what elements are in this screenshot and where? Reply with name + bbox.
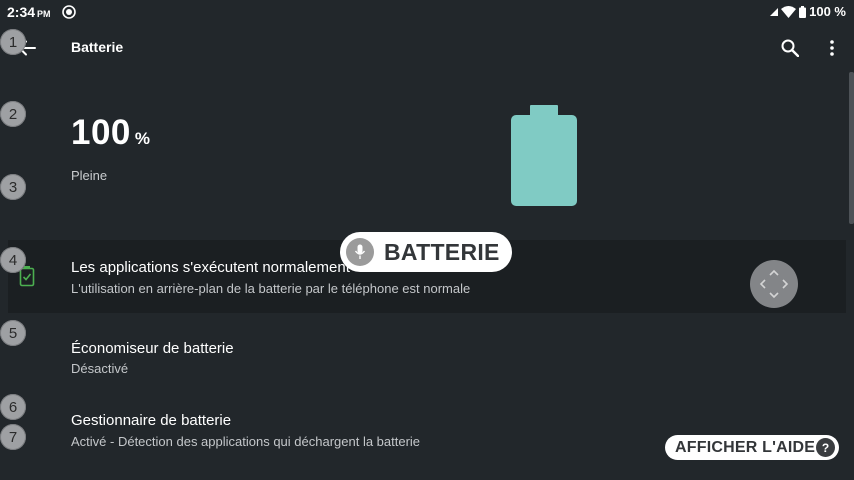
overlay-marker-3[interactable]: 3 (0, 174, 26, 200)
more-vert-icon (830, 40, 834, 56)
scrollbar[interactable] (849, 72, 854, 224)
overlay-marker-2[interactable]: 2 (0, 101, 26, 127)
help-question-icon: ? (816, 438, 835, 457)
overlay-marker-6[interactable]: 6 (0, 394, 26, 420)
app-notification-icon (62, 5, 76, 19)
battery-tip-subtitle: L'utilisation en arrière-plan de la batt… (71, 281, 471, 296)
battery-saver-title[interactable]: Économiseur de batterie (71, 340, 234, 357)
battery-icon (799, 5, 807, 18)
battery-percentage: 100% (71, 113, 151, 153)
navigation-joystick[interactable] (750, 260, 798, 308)
overlay-marker-5[interactable]: 5 (0, 320, 26, 346)
status-time-value: 2:34 (7, 4, 36, 20)
microphone-icon (346, 238, 374, 266)
signal-icon (770, 7, 779, 16)
battery-percent-value: 100 (71, 113, 131, 152)
battery-percent-sign: % (134, 129, 151, 148)
voice-command-label: BATTERIE (384, 238, 500, 265)
battery-tip-title: Les applications s'exécutent normalement (71, 259, 350, 276)
directional-arrows-icon (759, 269, 789, 299)
show-help-button[interactable]: AFFICHER L'AIDE ? (665, 435, 839, 460)
status-battery-level: 100 % (809, 4, 846, 19)
overlay-marker-4[interactable]: 4 (0, 247, 26, 273)
battery-manager-status: Activé - Détection des applications qui … (71, 434, 421, 449)
voice-command-pill: BATTERIE (340, 232, 512, 272)
battery-saver-status: Désactivé (71, 361, 129, 376)
search-button[interactable] (776, 34, 804, 62)
battery-body (511, 115, 577, 206)
status-ampm: PM (37, 9, 51, 19)
overlay-marker-1[interactable]: 1 (0, 29, 26, 55)
status-indicators: 100 % (770, 4, 846, 19)
wifi-icon (781, 5, 797, 18)
show-help-label: AFFICHER L'AIDE (675, 438, 816, 456)
search-icon (781, 39, 799, 57)
overlay-marker-7[interactable]: 7 (0, 424, 26, 450)
battery-state: Pleine (71, 168, 108, 183)
battery-manager-title[interactable]: Gestionnaire de batterie (71, 412, 231, 429)
battery-level-icon (511, 105, 577, 206)
more-options-button[interactable] (820, 34, 844, 62)
status-time: 2:34 PM (7, 4, 51, 20)
status-bar: 2:34 PM 100 % (0, 0, 854, 24)
page-title: Batterie (71, 39, 124, 55)
